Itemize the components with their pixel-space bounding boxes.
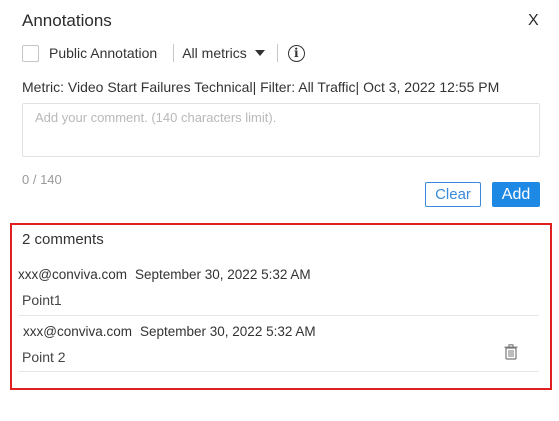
dialog-title: Annotations (22, 11, 112, 30)
comment-text: Point1 (22, 292, 62, 308)
annotations-dialog: Annotations X Public Annotation All metr… (0, 0, 559, 421)
metrics-dropdown[interactable]: All metrics (182, 45, 265, 61)
public-annotation-label[interactable]: Public Annotation (49, 45, 157, 61)
comment-header: xxx@conviva.com September 30, 2022 5:32 A… (18, 324, 539, 339)
toolbar: Public Annotation All metrics i (22, 42, 305, 64)
metrics-dropdown-value: All metrics (182, 45, 247, 61)
caret-down-icon (254, 50, 265, 56)
clear-button[interactable]: Clear (425, 182, 481, 207)
toolbar-divider (173, 44, 175, 62)
close-button[interactable]: X (528, 12, 539, 30)
character-counter: 0 / 140 (22, 172, 62, 187)
comment-author: xxx@conviva.com (18, 267, 127, 282)
comment-item: xxx@conviva.com September 30, 2022 5:32 A… (18, 267, 539, 316)
add-button[interactable]: Add (492, 182, 540, 207)
comment-input[interactable] (22, 103, 540, 157)
toolbar-divider (276, 44, 278, 62)
comment-author: xxx@conviva.com (23, 324, 132, 339)
comments-count: 2 comments (22, 231, 104, 248)
public-annotation-checkbox[interactable] (22, 44, 39, 62)
trash-icon[interactable] (504, 344, 518, 360)
comment-header: xxx@conviva.com September 30, 2022 5:32 A… (18, 267, 539, 282)
comment-item: xxx@conviva.com September 30, 2022 5:32 A… (18, 324, 539, 372)
comment-date: September 30, 2022 5:32 AM (134, 267, 311, 282)
comment-date: September 30, 2022 5:32 AM (139, 324, 316, 339)
info-icon[interactable]: i (287, 44, 305, 62)
comment-text: Point 2 (22, 349, 66, 365)
annotation-context: Metric: Video Start Failures Technical| … (22, 79, 500, 95)
